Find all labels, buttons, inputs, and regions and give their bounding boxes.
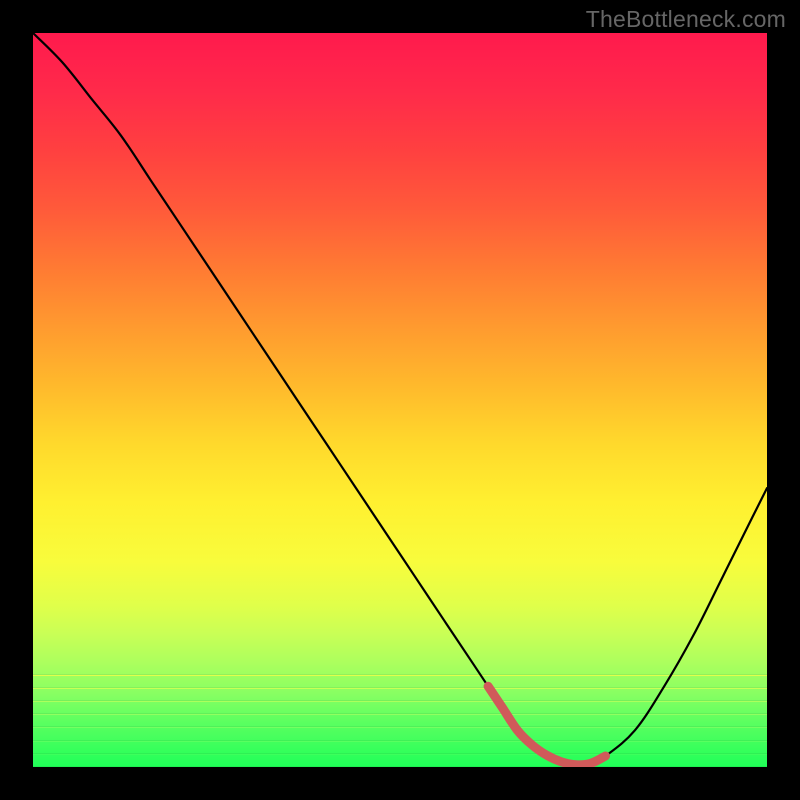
- watermark-text: TheBottleneck.com: [586, 6, 786, 33]
- curve-svg: [33, 33, 767, 767]
- chart-frame: TheBottleneck.com: [0, 0, 800, 800]
- plot-area: [33, 33, 767, 767]
- bottleneck-curve: [33, 33, 767, 765]
- valley-highlight: [488, 686, 605, 765]
